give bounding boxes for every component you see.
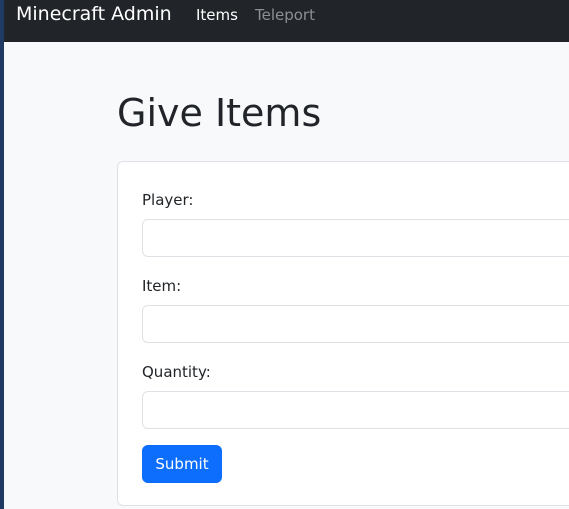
navbar-brand[interactable]: Minecraft Admin [16, 3, 172, 25]
quantity-input[interactable] [142, 391, 569, 429]
player-input[interactable] [142, 219, 569, 257]
app-window: Minecraft Admin Items Teleport Give Item… [4, 0, 569, 509]
navbar: Minecraft Admin Items Teleport [4, 0, 569, 42]
page-title: Give Items [117, 91, 322, 135]
nav-link-items[interactable]: Items [196, 6, 238, 24]
give-items-form-card: Player: Item: Quantity: Submit [117, 161, 569, 506]
submit-button[interactable]: Submit [142, 445, 222, 483]
item-input[interactable] [142, 305, 569, 343]
nav-link-teleport[interactable]: Teleport [255, 6, 315, 24]
player-label: Player: [142, 191, 194, 209]
item-label: Item: [142, 277, 182, 295]
quantity-label: Quantity: [142, 363, 211, 381]
